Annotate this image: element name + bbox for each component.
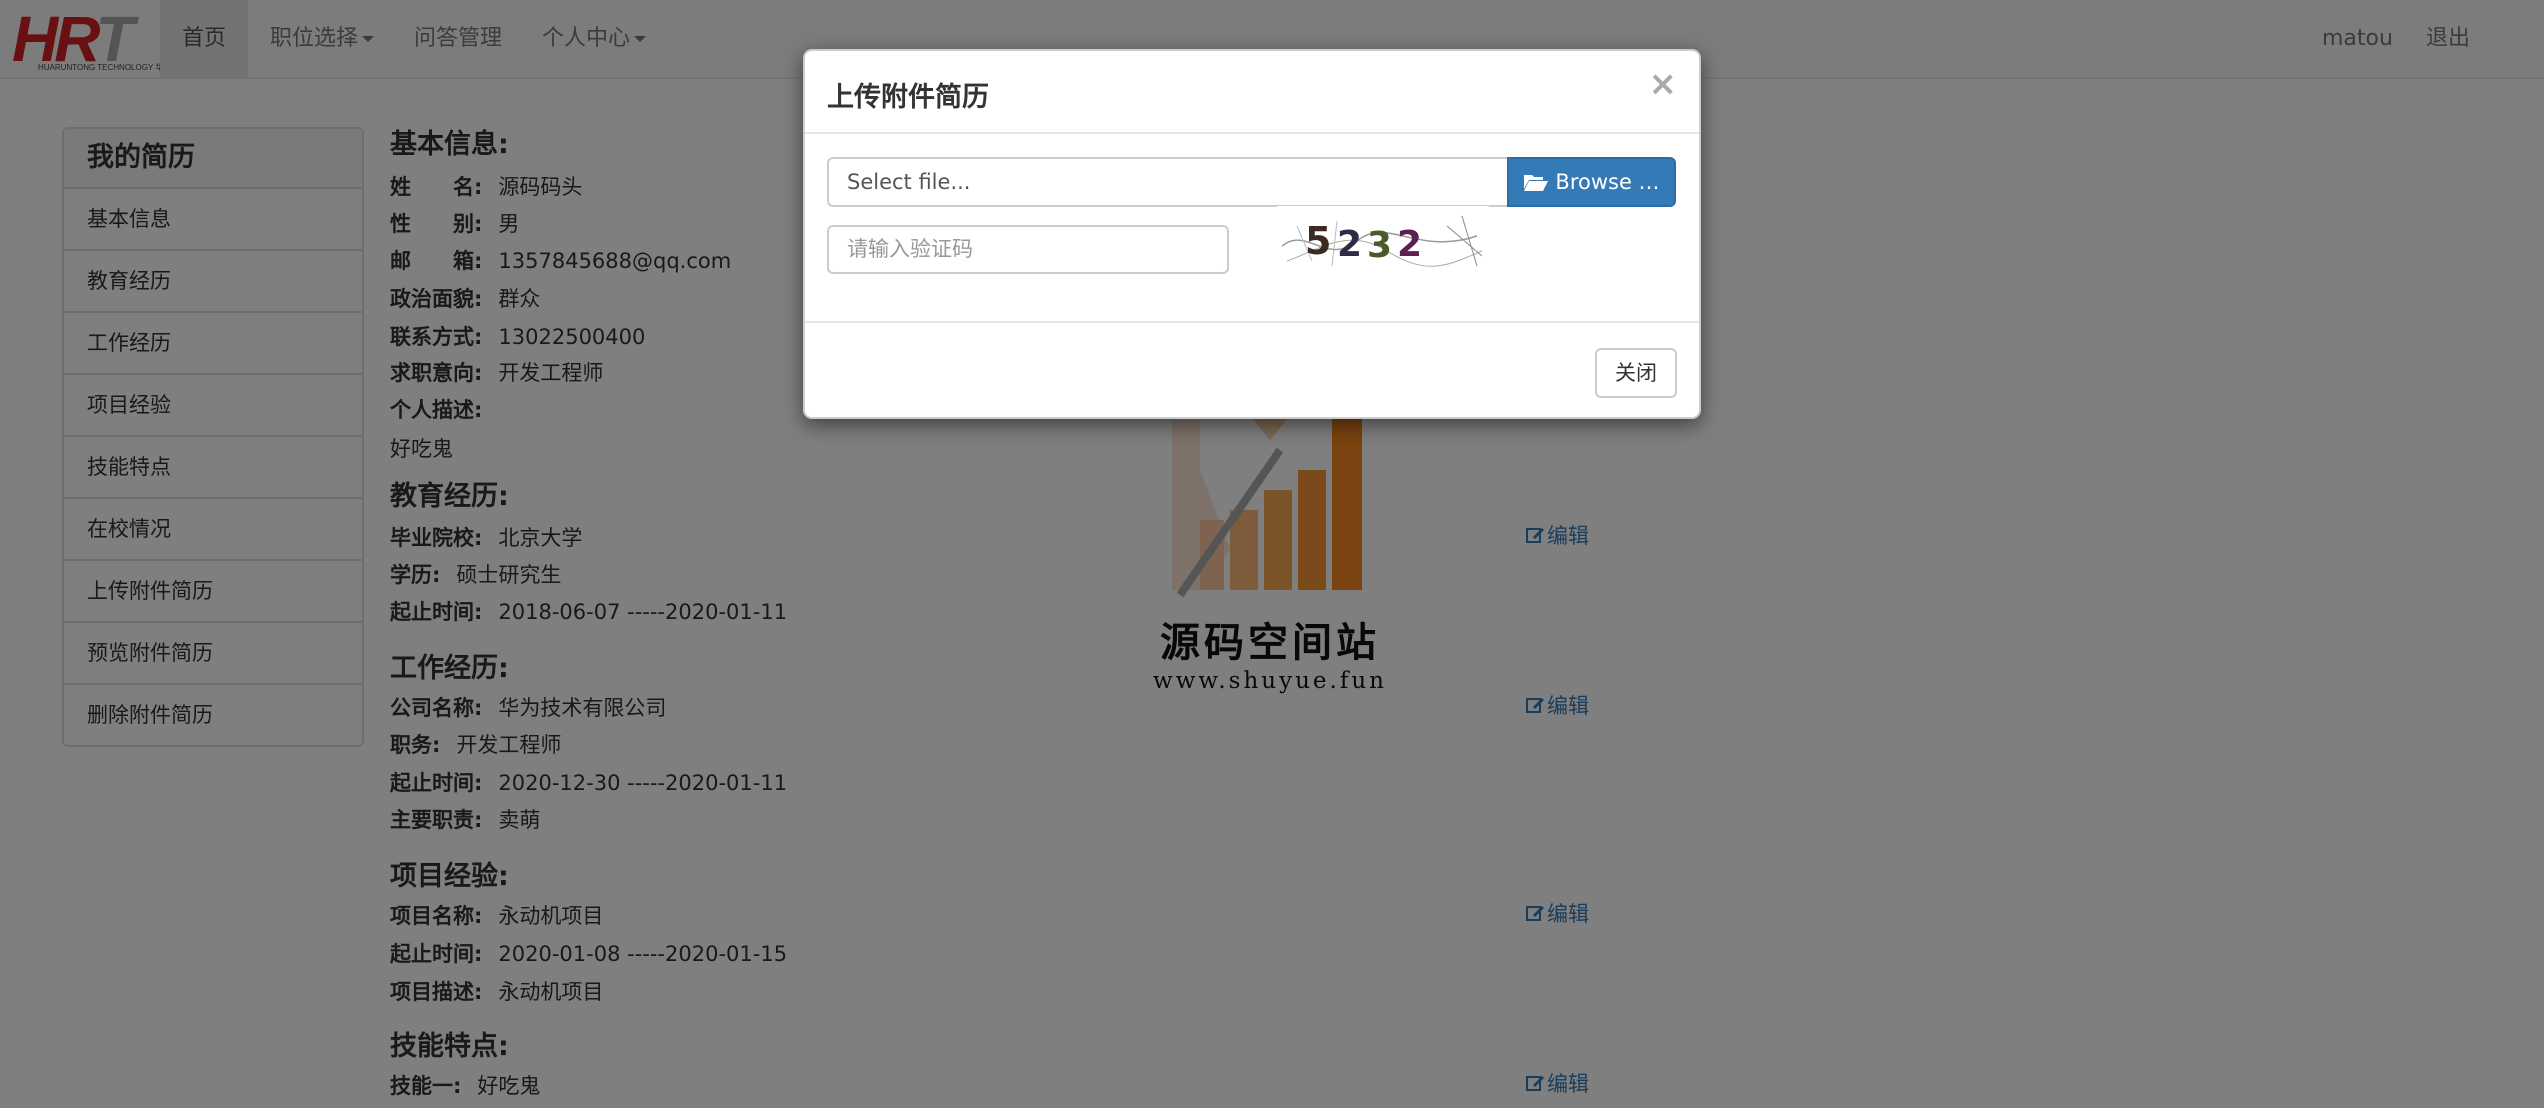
captcha-image[interactable]: 5 2 3 2: [1277, 206, 1489, 278]
folder-open-icon: [1524, 175, 1549, 191]
captcha-digit-1: 5: [1305, 219, 1331, 263]
captcha-digit-3: 3: [1367, 225, 1392, 266]
file-path-input[interactable]: Select file...: [827, 157, 1507, 207]
modal-title: 上传附件简历: [827, 82, 989, 113]
modal-footer: 关闭: [805, 321, 1699, 419]
browse-label: Browse …: [1555, 170, 1660, 194]
browse-button[interactable]: Browse …: [1507, 157, 1676, 207]
captcha-digit-2: 2: [1337, 224, 1362, 265]
captcha-digit-4: 2: [1397, 224, 1422, 265]
upload-attachment-modal: 上传附件简历 × Select file... Browse … 请输入验证码 …: [803, 49, 1701, 419]
modal-header: 上传附件简历 ×: [805, 51, 1699, 134]
close-icon[interactable]: ×: [1649, 67, 1678, 101]
close-button[interactable]: 关闭: [1595, 348, 1677, 398]
captcha-input[interactable]: 请输入验证码: [827, 225, 1229, 274]
